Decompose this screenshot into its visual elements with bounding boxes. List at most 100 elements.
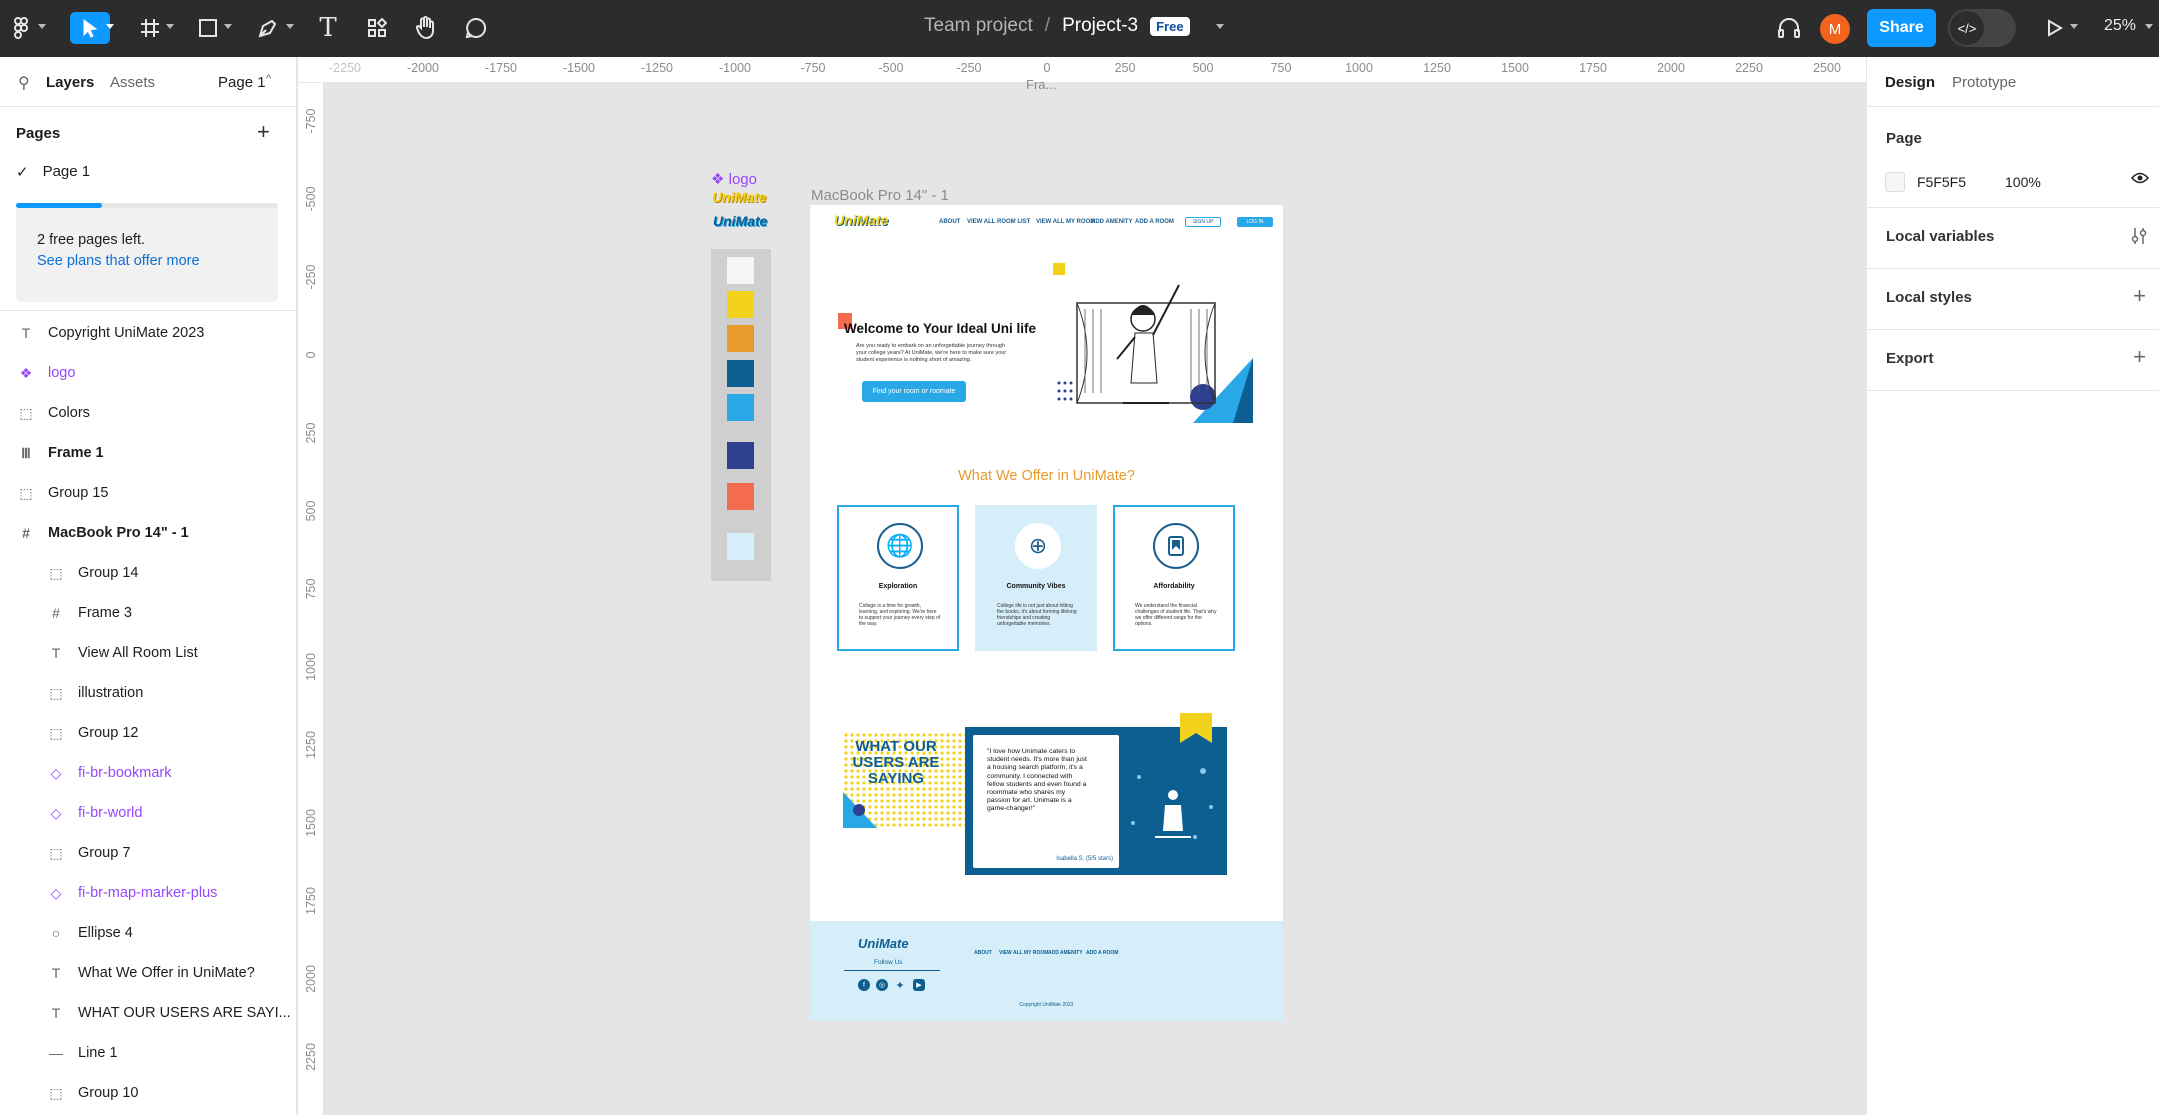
logo-component-label[interactable]: ❖ logo (711, 170, 757, 188)
layer-name: What We Offer in UniMate? (78, 965, 255, 981)
zoom-caret[interactable] (2145, 24, 2153, 29)
hand-tool-icon[interactable] (412, 14, 440, 42)
present-caret[interactable] (2070, 24, 2078, 29)
project-name[interactable]: Project-3 (1062, 15, 1138, 37)
dev-mode-toggle[interactable]: </> (1948, 9, 2016, 47)
present-play-icon[interactable] (2044, 14, 2066, 42)
layer-row[interactable]: ⬚ Group 12 (0, 713, 297, 753)
ruler-tick-label: -1500 (563, 61, 595, 75)
ruler-tick-label: 250 (304, 422, 318, 444)
search-icon[interactable]: ⚲ (18, 73, 30, 93)
layer-row[interactable]: ○ Ellipse 4 (0, 913, 297, 953)
layer-row[interactable]: ⬚ Group 7 (0, 833, 297, 873)
layer-name: Colors (48, 405, 90, 421)
macbook-frame[interactable]: UniMate ABOUT VIEW ALL ROOM LIST VIEW AL… (810, 205, 1283, 1021)
layer-row[interactable]: T Copyright UniMate 2023 (0, 313, 297, 353)
pen-tool-caret[interactable] (286, 24, 294, 29)
logo-yellow[interactable]: UniMate (712, 189, 766, 205)
move-tool-button[interactable] (70, 12, 110, 44)
instagram-icon: ◎ (876, 979, 888, 991)
layer-row[interactable]: # Frame 3 (0, 593, 297, 633)
layer-row[interactable]: ◇ fi-br-world (0, 793, 297, 833)
variables-settings-icon[interactable] (2130, 226, 2148, 251)
headphones-icon[interactable] (1775, 14, 1803, 42)
share-button[interactable]: Share (1867, 9, 1936, 47)
layer-row[interactable]: ◇ fi-br-map-marker-plus (0, 873, 297, 913)
page-opacity-value[interactable]: 100% (2005, 174, 2041, 190)
color-swatch[interactable] (727, 442, 754, 469)
footer-link-my-room: VIEW ALL MY ROOM (999, 950, 1049, 956)
tab-layers[interactable]: Layers (46, 74, 94, 91)
resources-tool-icon[interactable] (363, 14, 391, 42)
eye-icon[interactable] (2130, 171, 2150, 190)
layer-row[interactable]: ⬚ Colors (0, 393, 297, 433)
layer-row[interactable]: Ⅲ Frame 1 (0, 433, 297, 473)
local-variables-heading[interactable]: Local variables (1886, 228, 1994, 245)
layer-row[interactable]: T WHAT OUR USERS ARE SAYI... (0, 993, 297, 1033)
ruler-tick-label: 500 (304, 500, 318, 522)
color-swatch[interactable] (727, 257, 754, 284)
export-heading[interactable]: Export (1886, 350, 1934, 367)
nav-link-my-room: VIEW ALL MY ROOM (1036, 219, 1096, 225)
layer-row[interactable]: ⬚ Group 10 (0, 1073, 297, 1113)
color-swatch[interactable] (727, 483, 754, 510)
layer-row[interactable]: — Line 1 (0, 1033, 297, 1073)
layer-type-icon: ⬚ (49, 564, 63, 581)
color-swatch[interactable] (727, 360, 754, 387)
zoom-level[interactable]: 25% (2104, 17, 2136, 35)
local-styles-heading[interactable]: Local styles (1886, 289, 1972, 306)
layer-name: fi-br-world (78, 805, 143, 821)
chevron-up-icon[interactable]: ^ (266, 73, 271, 85)
tab-assets[interactable]: Assets (110, 74, 155, 91)
add-export-plus-icon[interactable]: + (2133, 344, 2146, 370)
text-tool-icon[interactable]: T (314, 13, 342, 43)
layer-row[interactable]: T What We Offer in UniMate? (0, 953, 297, 993)
page-color-value[interactable]: F5F5F5 (1917, 174, 1966, 190)
layer-row[interactable]: ❖ logo (0, 353, 297, 393)
ruler-tick-label: -500 (304, 186, 318, 212)
frame-tool-icon[interactable] (136, 14, 164, 42)
layer-row[interactable]: ⬚ illustration (0, 673, 297, 713)
logo-blue[interactable]: UniMate (713, 213, 767, 229)
layer-row[interactable]: ⬚ Group 14 (0, 553, 297, 593)
page-list-item[interactable]: ✓ Page 1 (16, 163, 90, 181)
project-menu-caret[interactable] (1215, 23, 1224, 29)
layer-row[interactable]: T View All Room List (0, 633, 297, 673)
see-plans-link[interactable]: See plans that offer more (37, 251, 278, 272)
comment-tool-icon[interactable] (462, 14, 490, 42)
layer-type-icon: — (49, 1045, 63, 1061)
figma-menu-icon[interactable] (10, 14, 32, 42)
color-swatch[interactable] (727, 533, 754, 560)
tab-prototype[interactable]: Prototype (1952, 74, 2016, 91)
ruler-tick-label: 0 (304, 351, 318, 359)
team-name[interactable]: Team project (924, 15, 1033, 37)
map-marker-plus-icon: ⊕ (1015, 523, 1061, 569)
rectangle-tool-icon[interactable] (194, 14, 222, 42)
page-selector[interactable]: Page 1 (218, 74, 266, 91)
colors-palette[interactable] (711, 249, 771, 581)
card-title: Exploration (878, 583, 918, 590)
offer-card-affordability: Affordability We understand the financia… (1113, 505, 1235, 651)
ruler-tick-label: -1250 (641, 61, 673, 75)
footer-link-about: ABOUT (974, 950, 992, 956)
color-swatch[interactable] (727, 394, 754, 421)
shape-tool-caret[interactable] (224, 24, 232, 29)
tab-design[interactable]: Design (1885, 74, 1935, 91)
page-color-swatch[interactable] (1885, 172, 1905, 192)
layer-row[interactable]: ⬚ Group 15 (0, 473, 297, 513)
main-menu-caret[interactable] (38, 24, 46, 29)
layer-name: Frame 1 (48, 445, 104, 461)
frame-label[interactable]: MacBook Pro 14" - 1 (811, 187, 949, 204)
color-swatch[interactable] (727, 325, 754, 352)
add-page-plus-icon[interactable]: + (257, 119, 270, 145)
add-style-plus-icon[interactable]: + (2133, 283, 2146, 309)
layer-type-icon: ⬚ (49, 1084, 63, 1101)
user-avatar[interactable]: M (1820, 14, 1850, 44)
layer-row[interactable]: # MacBook Pro 14" - 1 (0, 513, 297, 553)
color-swatch[interactable] (727, 291, 754, 318)
ruler-tick-label: 1750 (304, 887, 318, 915)
move-tool-caret[interactable] (106, 24, 114, 29)
pen-tool-icon[interactable] (254, 14, 282, 42)
frame-tool-caret[interactable] (166, 24, 174, 29)
layer-row[interactable]: ◇ fi-br-bookmark (0, 753, 297, 793)
